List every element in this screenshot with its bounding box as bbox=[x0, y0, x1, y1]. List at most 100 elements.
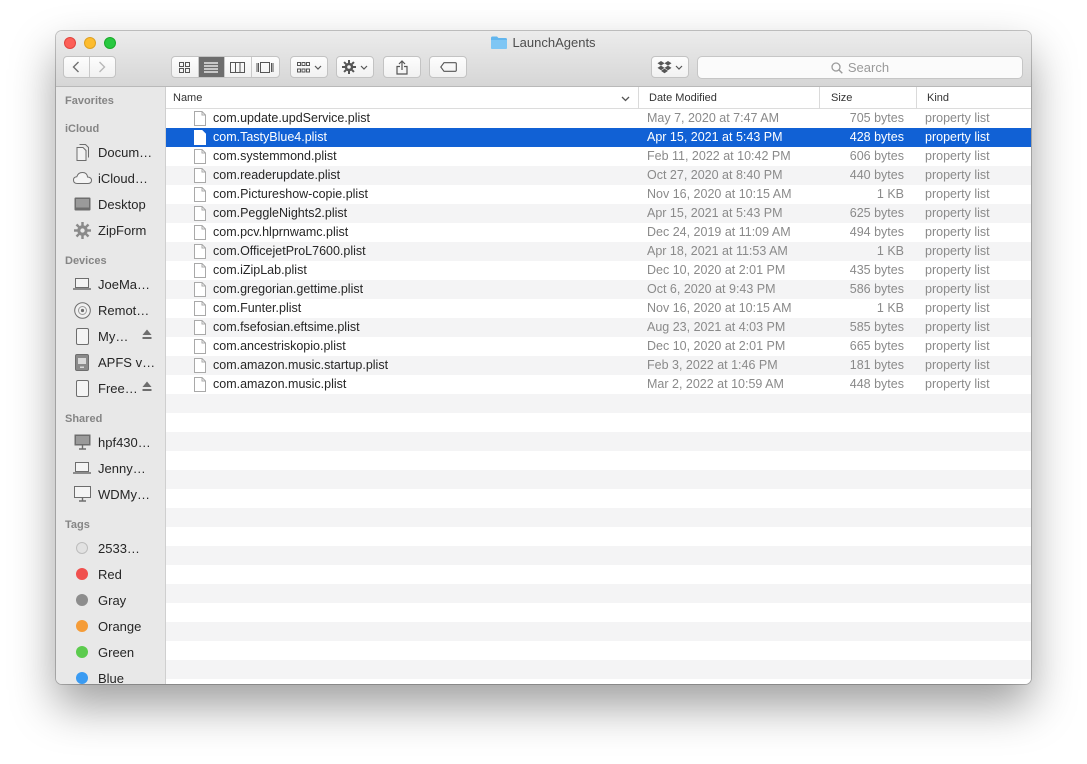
file-row[interactable]: com.Pictureshow-copie.plist Nov 16, 2020 … bbox=[166, 185, 1031, 204]
grid-icon bbox=[179, 61, 191, 73]
sidebar-item-wdmy[interactable]: WDMy… bbox=[72, 484, 164, 504]
column-header-kind[interactable]: Kind bbox=[927, 87, 949, 109]
sidebar-tag-green[interactable]: Green bbox=[72, 642, 164, 662]
file-row[interactable]: com.PeggleNights2.plist Apr 15, 2021 at 5… bbox=[166, 204, 1031, 223]
action-button[interactable] bbox=[336, 56, 374, 78]
document-icon bbox=[194, 263, 206, 278]
file-size: 665 bytes bbox=[849, 339, 904, 353]
column-view-button[interactable] bbox=[225, 57, 252, 77]
sort-chevron-down-icon[interactable] bbox=[621, 96, 630, 102]
document-icon bbox=[194, 149, 206, 164]
sidebar-item-jenny[interactable]: Jenny… bbox=[72, 458, 164, 478]
sidebar-item-label: Gray bbox=[98, 592, 127, 608]
sidebar-tag-red[interactable]: Red bbox=[72, 564, 164, 584]
file-name: com.gregorian.gettime.plist bbox=[213, 282, 364, 296]
sidebar-section-icloud: iCloud bbox=[65, 123, 100, 135]
sidebar-item-my-drive[interactable]: My… bbox=[72, 326, 164, 346]
eject-icon[interactable] bbox=[142, 381, 152, 392]
gear-icon bbox=[342, 60, 356, 74]
file-date-modified: Aug 23, 2021 at 4:03 PM bbox=[647, 320, 786, 334]
column-header-name[interactable]: Name bbox=[173, 87, 202, 109]
sidebar-item-label: iCloud… bbox=[98, 170, 148, 186]
sidebar-item-label: hpf430… bbox=[98, 434, 151, 450]
chevron-down-icon bbox=[360, 65, 368, 70]
file-size: 494 bytes bbox=[849, 225, 904, 239]
tag-dot-container bbox=[72, 565, 92, 583]
file-kind: property list bbox=[925, 244, 990, 258]
sidebar-item-free-drive[interactable]: Free… bbox=[72, 378, 164, 398]
file-size: 1 KB bbox=[876, 244, 904, 258]
file-kind: property list bbox=[925, 358, 990, 372]
edit-tags-button[interactable] bbox=[429, 56, 467, 78]
sidebar-item-joema[interactable]: JoeMa… bbox=[72, 274, 164, 294]
list-icon bbox=[204, 61, 219, 73]
file-row[interactable]: com.readerupdate.plist Oct 27, 2020 at 8:… bbox=[166, 166, 1031, 185]
group-by-button[interactable] bbox=[290, 56, 328, 78]
sidebar-item-documents[interactable]: Docum… bbox=[72, 142, 164, 162]
column-divider[interactable] bbox=[916, 87, 917, 109]
column-header-date[interactable]: Date Modified bbox=[649, 87, 717, 109]
sidebar-item-label: Docum… bbox=[98, 144, 153, 160]
file-name: com.pcv.hlprnwamc.plist bbox=[213, 225, 349, 239]
empty-row bbox=[166, 394, 1031, 413]
file-row[interactable]: com.TastyBlue4.plist Apr 15, 2021 at 5:43… bbox=[166, 128, 1031, 147]
external-drive-icon bbox=[72, 353, 92, 371]
list-view-button[interactable] bbox=[198, 57, 226, 77]
sidebar-item-label: 2533… bbox=[98, 540, 140, 556]
file-kind: property list bbox=[925, 111, 990, 125]
sidebar-tag-orange[interactable]: Orange bbox=[72, 616, 164, 636]
file-name: com.OfficejetProL7600.plist bbox=[213, 244, 366, 258]
file-kind: property list bbox=[925, 187, 990, 201]
sidebar-item-label: Orange bbox=[98, 618, 142, 634]
sidebar-tag-gray[interactable]: Gray bbox=[72, 590, 164, 610]
sidebar-item-zipform[interactable]: ZipForm bbox=[72, 220, 164, 240]
share-icon bbox=[396, 59, 408, 75]
sidebar-item-desktop[interactable]: Desktop bbox=[72, 194, 164, 214]
sidebar-item-label: Blue bbox=[98, 670, 125, 685]
sidebar-item-icloud-drive[interactable]: iCloud… bbox=[72, 168, 164, 188]
column-divider[interactable] bbox=[819, 87, 820, 109]
file-row[interactable]: com.update.updService.plist May 7, 2020 a… bbox=[166, 109, 1031, 128]
file-kind: property list bbox=[925, 377, 990, 391]
document-icon bbox=[194, 187, 206, 202]
file-row[interactable]: com.Funter.plist Nov 16, 2020 at 10:15 AM… bbox=[166, 299, 1031, 318]
file-date-modified: Dec 24, 2019 at 11:09 AM bbox=[647, 225, 791, 239]
sidebar-tag-2533[interactable]: 2533… bbox=[72, 538, 164, 558]
share-button[interactable] bbox=[383, 56, 421, 78]
file-size: 448 bytes bbox=[849, 377, 904, 391]
column-header-row: Name Date Modified Size Kind bbox=[166, 87, 1031, 109]
sidebar-item-label: ZipForm bbox=[98, 222, 147, 238]
empty-row bbox=[166, 489, 1031, 508]
sidebar-item-remote-disc[interactable]: Remot… bbox=[72, 300, 164, 320]
file-row[interactable]: com.OfficejetProL7600.plist Apr 18, 2021 … bbox=[166, 242, 1031, 261]
column-divider[interactable] bbox=[638, 87, 639, 109]
eject-icon[interactable] bbox=[142, 329, 152, 340]
tag-dot-container bbox=[72, 539, 92, 557]
sidebar-item-label: Green bbox=[98, 644, 135, 660]
file-row[interactable]: com.pcv.hlprnwamc.plist Dec 24, 2019 at 1… bbox=[166, 223, 1031, 242]
dropbox-button[interactable] bbox=[651, 56, 689, 78]
file-row[interactable]: com.amazon.music.plist Mar 2, 2022 at 10:… bbox=[166, 375, 1031, 394]
sidebar: Favorites iCloud Docum… iCloud… Desktop … bbox=[56, 87, 166, 684]
empty-row bbox=[166, 641, 1031, 660]
file-name: com.iZipLab.plist bbox=[213, 263, 307, 277]
file-row[interactable]: com.amazon.music.startup.plist Feb 3, 202… bbox=[166, 356, 1031, 375]
search-field[interactable]: Search bbox=[697, 56, 1023, 79]
file-row[interactable]: com.fsefosian.eftsime.plist Aug 23, 2021 … bbox=[166, 318, 1031, 337]
file-size: 625 bytes bbox=[849, 206, 904, 220]
sidebar-item-hpf430[interactable]: hpf430… bbox=[72, 432, 164, 452]
back-button[interactable] bbox=[64, 57, 90, 77]
forward-button[interactable] bbox=[90, 57, 115, 77]
column-header-size[interactable]: Size bbox=[831, 87, 852, 109]
file-row[interactable]: com.systemmond.plist Feb 11, 2022 at 10:4… bbox=[166, 147, 1031, 166]
toolbar: LaunchAgents Search bbox=[56, 31, 1031, 87]
file-row[interactable]: com.iZipLab.plist Dec 10, 2020 at 2:01 PM… bbox=[166, 261, 1031, 280]
sidebar-tag-blue[interactable]: Blue bbox=[72, 668, 164, 684]
chevron-down-icon bbox=[675, 65, 683, 70]
file-kind: property list bbox=[925, 339, 990, 353]
icon-view-button[interactable] bbox=[172, 57, 199, 77]
file-row[interactable]: com.ancestriskopio.plist Dec 10, 2020 at … bbox=[166, 337, 1031, 356]
gallery-view-button[interactable] bbox=[252, 57, 279, 77]
sidebar-item-apfs-volume[interactable]: APFS v… bbox=[72, 352, 164, 372]
file-row[interactable]: com.gregorian.gettime.plist Oct 6, 2020 a… bbox=[166, 280, 1031, 299]
